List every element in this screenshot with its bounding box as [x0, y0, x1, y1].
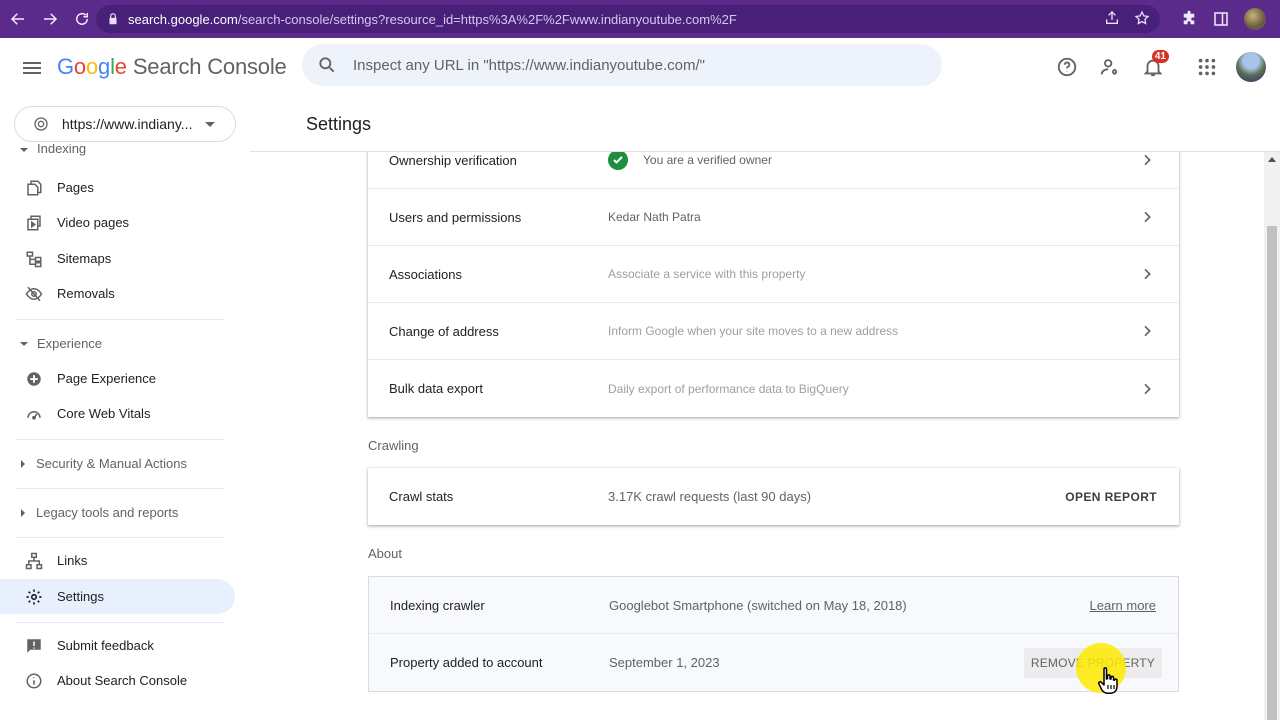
gear-icon	[26, 589, 42, 604]
info-icon	[26, 673, 42, 688]
app-header: GoogleSearch Console 41	[0, 38, 1280, 96]
notifications-badge: 41	[1151, 50, 1169, 63]
url-inspection-search[interactable]	[302, 44, 942, 86]
google-search-console-logo[interactable]: Google Search Console	[57, 54, 287, 80]
browser-profile-avatar[interactable]	[1244, 8, 1266, 30]
collapse-caret-icon	[20, 341, 28, 346]
sidebar-item-video-pages[interactable]: Video pages	[0, 205, 235, 240]
about-row-indexing-crawler: Indexing crawler Googlebot Smartphone (s…	[369, 577, 1178, 634]
sitemaps-icon	[26, 251, 42, 267]
chevron-right-icon	[1144, 383, 1151, 394]
forward-button[interactable]	[36, 5, 64, 33]
help-icon	[1057, 57, 1077, 77]
expand-caret-icon	[21, 508, 25, 517]
sidebar-item-submit-feedback[interactable]: Submit feedback	[0, 628, 235, 663]
chevron-right-icon	[1144, 154, 1151, 166]
sidebar-item-about[interactable]: About Search Console	[0, 663, 235, 698]
chevron-right-icon	[1144, 211, 1151, 223]
notifications-button[interactable]: 41	[1136, 50, 1170, 84]
page-scrollbar[interactable]	[1264, 152, 1280, 720]
feedback-icon	[27, 638, 41, 653]
section-label-crawling: Crawling	[368, 438, 419, 453]
sidebar-divider	[16, 488, 224, 489]
help-button[interactable]	[1050, 50, 1084, 84]
lock-icon	[109, 13, 117, 25]
about-card: Indexing crawler Googlebot Smartphone (s…	[368, 576, 1179, 692]
sidebar-divider	[16, 439, 224, 440]
scrollbar-thumb[interactable]	[1267, 226, 1277, 720]
hand-pointer-icon	[1097, 667, 1118, 694]
collapse-caret-icon	[20, 148, 28, 152]
sidebar-section-indexing[interactable]: Indexing	[20, 144, 86, 156]
dropdown-caret-icon	[205, 122, 215, 127]
setting-row-associations[interactable]: Associations Associate a service with th…	[368, 246, 1179, 303]
search-icon	[319, 57, 335, 73]
sidebar-section-security[interactable]: Security & Manual Actions	[20, 456, 187, 471]
user-settings-icon	[1100, 59, 1118, 75]
address-bar[interactable]: search.google.com/search-console/setting…	[96, 5, 1160, 33]
sidebar-section-experience[interactable]: Experience	[20, 336, 102, 351]
pages-icon	[27, 180, 42, 195]
product-name: Search Console	[132, 54, 287, 79]
setting-row-users-permissions[interactable]: Users and permissions Kedar Nath Patra	[368, 189, 1179, 246]
settings-content: Ownership verification You are a verifie…	[250, 152, 1264, 720]
crawling-card: Crawl stats 3.17K crawl requests (last 9…	[368, 468, 1179, 525]
url-text: search.google.com/search-console/setting…	[128, 11, 737, 27]
sidebar-item-sitemaps[interactable]: Sitemaps	[0, 241, 235, 276]
sidebar-divider	[16, 319, 224, 320]
sidebar-item-page-experience[interactable]: Page Experience	[0, 361, 235, 396]
arrow-right-icon	[44, 13, 58, 25]
apps-button[interactable]	[1190, 50, 1224, 84]
video-pages-icon	[27, 215, 41, 230]
page-title: Settings	[306, 114, 372, 134]
sidebar-item-removals[interactable]: Removals	[0, 276, 235, 311]
chevron-right-icon	[1144, 268, 1151, 280]
account-avatar[interactable]	[1236, 52, 1266, 82]
open-report-button[interactable]: OPEN REPORT	[1065, 490, 1157, 504]
side-panel-icon[interactable]	[1212, 10, 1230, 28]
globe-icon	[34, 117, 48, 131]
apps-grid-icon	[1198, 58, 1216, 76]
hamburger-menu-icon[interactable]	[20, 56, 44, 80]
setting-row-bulk-data-export[interactable]: Bulk data export Daily export of perform…	[368, 360, 1179, 417]
learn-more-link[interactable]: Learn more	[1090, 598, 1156, 613]
arrow-left-icon	[10, 13, 24, 25]
setting-row-crawl-stats[interactable]: Crawl stats 3.17K crawl requests (last 9…	[368, 468, 1179, 525]
expand-caret-icon	[21, 459, 25, 468]
page-header: Settings	[250, 96, 1280, 152]
share-icon[interactable]	[1104, 10, 1120, 26]
manage-users-button[interactable]	[1093, 50, 1127, 84]
core-web-vitals-icon	[27, 410, 41, 420]
sidebar-item-settings[interactable]: Settings	[0, 579, 235, 614]
about-row-property-added: Property added to account September 1, 2…	[369, 634, 1178, 691]
chevron-right-icon	[1144, 325, 1151, 337]
sidebar-section-legacy-tools[interactable]: Legacy tools and reports	[20, 505, 178, 520]
url-inspection-input[interactable]	[353, 56, 913, 74]
browser-chrome: search.google.com/search-console/setting…	[0, 0, 1280, 38]
links-icon	[25, 552, 43, 569]
reload-button[interactable]	[68, 5, 96, 33]
setting-row-ownership[interactable]: Ownership verification You are a verifie…	[368, 152, 1179, 189]
sidebar-item-links[interactable]: Links	[0, 543, 235, 578]
verified-check-icon	[608, 152, 628, 170]
extensions-icon[interactable]	[1180, 10, 1198, 28]
sidebar-divider	[16, 622, 224, 623]
scroll-up-arrow-icon[interactable]	[1268, 157, 1276, 162]
back-button[interactable]	[4, 5, 32, 33]
section-label-about: About	[368, 546, 402, 561]
setting-row-change-of-address[interactable]: Change of address Inform Google when you…	[368, 303, 1179, 360]
sidebar-divider	[16, 537, 224, 538]
page-experience-icon	[27, 371, 41, 386]
bookmark-star-icon[interactable]	[1134, 10, 1150, 26]
sidebar: https://www.indiany... Indexing Pages Vi…	[0, 96, 250, 720]
property-selector[interactable]: https://www.indiany...	[14, 106, 236, 142]
sidebar-item-core-web-vitals[interactable]: Core Web Vitals	[0, 396, 235, 431]
sidebar-item-pages[interactable]: Pages	[0, 170, 235, 205]
property-name: https://www.indiany...	[62, 116, 193, 132]
general-settings-card: Ownership verification You are a verifie…	[368, 152, 1179, 417]
removals-icon	[25, 286, 43, 301]
reload-icon	[76, 12, 88, 25]
